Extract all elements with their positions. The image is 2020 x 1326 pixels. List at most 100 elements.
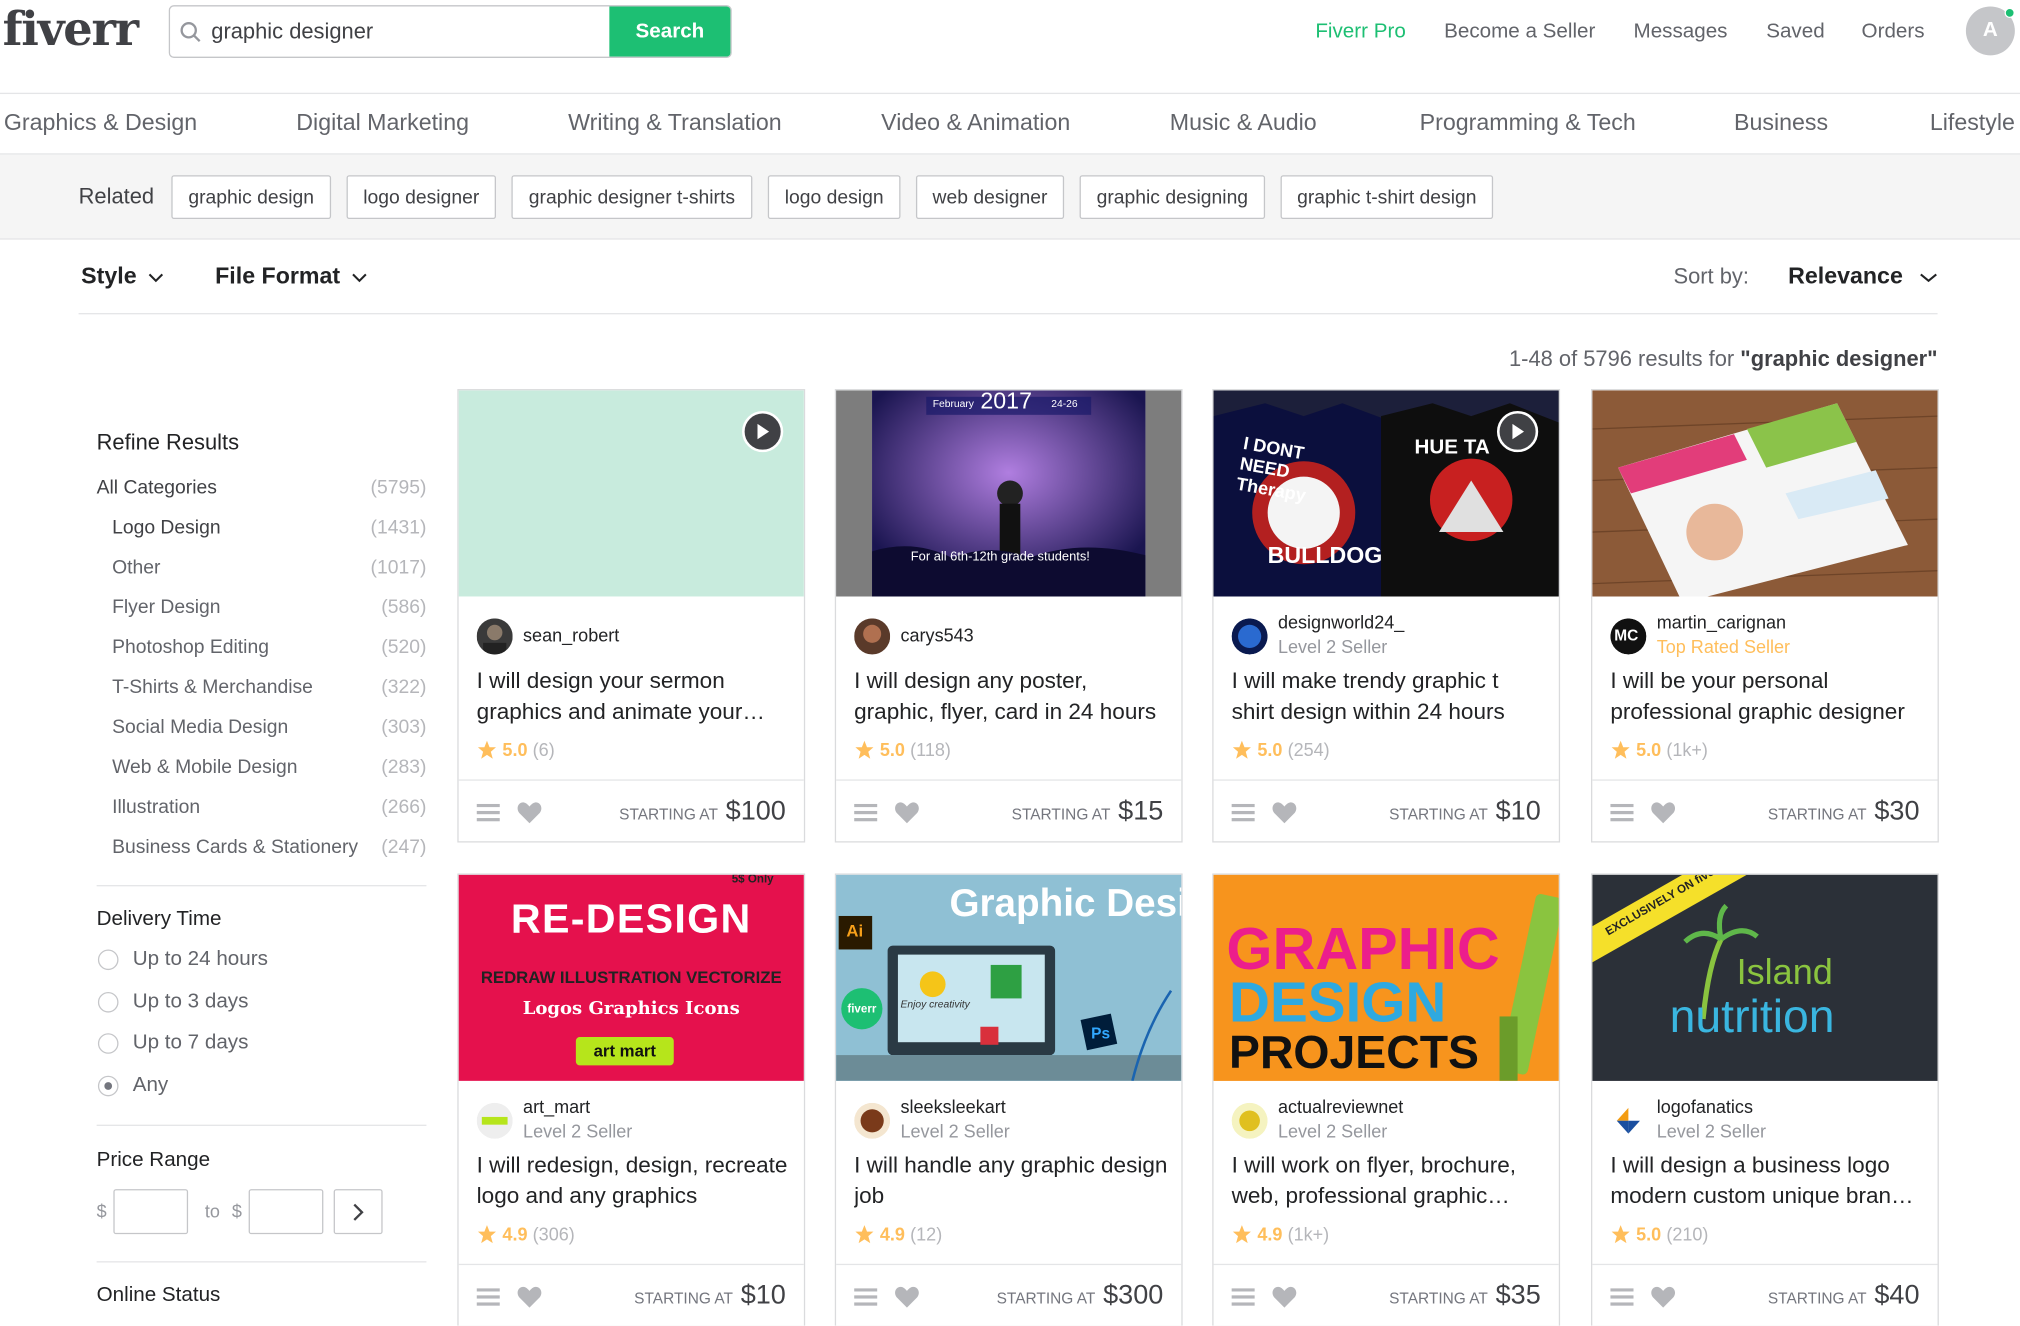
gig-title[interactable]: I will make trendy graphic t shirt desig… bbox=[1232, 666, 1546, 727]
nav-messages[interactable]: Messages bbox=[1634, 21, 1728, 44]
play-icon[interactable] bbox=[742, 410, 784, 453]
price-min-input[interactable] bbox=[113, 1189, 189, 1235]
radio-any[interactable] bbox=[97, 1075, 119, 1097]
seller-avatar[interactable]: MC bbox=[1610, 618, 1647, 655]
heart-icon[interactable] bbox=[1650, 801, 1676, 824]
category-programming-tech[interactable]: Programming & Tech bbox=[1420, 110, 1636, 137]
heart-icon[interactable] bbox=[894, 801, 920, 824]
gig-title[interactable]: I will work on flyer, brochure, web, pro… bbox=[1232, 1150, 1546, 1211]
gig-image[interactable]: GRAPHIC DESIGN PROJECTS bbox=[1213, 874, 1559, 1081]
heart-icon[interactable] bbox=[1272, 1286, 1298, 1309]
sidebar-category-photoshop-editing[interactable]: Photoshop Editing bbox=[112, 636, 269, 658]
gig-card[interactable]: I DONT NEED Therapy BULLDOG HUE TA desig… bbox=[1212, 389, 1561, 843]
sidebar-category-social-media[interactable]: Social Media Design bbox=[112, 716, 288, 738]
related-tag[interactable]: graphic designer t-shirts bbox=[511, 175, 753, 220]
category-writing-translation[interactable]: Writing & Translation bbox=[568, 110, 782, 137]
gig-title[interactable]: I will handle any graphic design job bbox=[854, 1150, 1168, 1211]
search-input[interactable] bbox=[211, 6, 610, 57]
user-avatar[interactable]: A bbox=[1965, 6, 2015, 56]
sidebar-category-other[interactable]: Other bbox=[112, 557, 160, 579]
related-tag[interactable]: graphic designing bbox=[1079, 175, 1266, 220]
category-music-audio[interactable]: Music & Audio bbox=[1170, 110, 1317, 137]
sidebar-category-business-cards[interactable]: Business Cards & Stationery bbox=[112, 836, 358, 858]
seller-name[interactable]: logofanatics bbox=[1657, 1096, 1753, 1117]
nav-orders[interactable]: Orders bbox=[1862, 21, 1925, 44]
heart-icon[interactable] bbox=[517, 801, 543, 824]
sidebar-category-web-mobile[interactable]: Web & Mobile Design bbox=[112, 756, 297, 778]
gig-card[interactable]: February 2017 24-26 For all 6th-12th gra… bbox=[834, 389, 1183, 843]
seller-name[interactable]: sleeksleekart bbox=[901, 1096, 1006, 1117]
menu-icon[interactable] bbox=[854, 803, 878, 822]
category-lifestyle[interactable]: Lifestyle bbox=[1930, 110, 2015, 137]
gig-image[interactable] bbox=[1592, 390, 1938, 597]
gig-card[interactable]: 5$ Only RE-DESIGN REDRAW ILLUSTRATION VE… bbox=[457, 873, 806, 1326]
radio-24-hours[interactable] bbox=[97, 949, 119, 971]
category-video-animation[interactable]: Video & Animation bbox=[881, 110, 1070, 137]
play-icon[interactable] bbox=[1496, 410, 1539, 453]
seller-name[interactable]: sean_robert bbox=[523, 625, 619, 646]
nav-fiverr-pro[interactable]: Fiverr Pro bbox=[1315, 21, 1405, 44]
gig-card[interactable]: MC martin_carignan Top Rated Seller I wi… bbox=[1591, 389, 1939, 843]
gig-card[interactable]: EXCLUSIVELY ON fiverr Island nutrition l… bbox=[1591, 873, 1939, 1326]
seller-avatar[interactable] bbox=[476, 618, 513, 655]
heart-icon[interactable] bbox=[517, 1286, 543, 1309]
sidebar-category-flyer-design[interactable]: Flyer Design bbox=[112, 596, 220, 618]
gig-title[interactable]: I will design your sermon graphics and a… bbox=[477, 666, 791, 727]
seller-name[interactable]: designworld24_ bbox=[1278, 612, 1404, 633]
seller-name[interactable]: martin_carignan bbox=[1657, 612, 1786, 633]
file-format-filter[interactable]: File Format bbox=[215, 263, 367, 290]
nav-become-seller[interactable]: Become a Seller bbox=[1444, 21, 1595, 44]
menu-icon[interactable] bbox=[1610, 1288, 1634, 1306]
starting-price[interactable]: STARTING AT $300 bbox=[997, 1281, 1164, 1312]
related-tag[interactable]: logo designer bbox=[346, 175, 496, 220]
price-apply-button[interactable] bbox=[333, 1189, 383, 1235]
starting-price[interactable]: STARTING AT $10 bbox=[1389, 796, 1541, 827]
gig-image[interactable]: EXCLUSIVELY ON fiverr Island nutrition bbox=[1592, 874, 1938, 1081]
seller-name[interactable]: actualreviewnet bbox=[1278, 1096, 1403, 1117]
starting-price[interactable]: STARTING AT $100 bbox=[619, 796, 786, 827]
sidebar-category-illustration[interactable]: Illustration bbox=[112, 796, 200, 818]
gig-image[interactable]: 5$ Only RE-DESIGN REDRAW ILLUSTRATION VE… bbox=[458, 874, 804, 1081]
heart-icon[interactable] bbox=[894, 1286, 920, 1309]
seller-avatar[interactable] bbox=[1231, 1102, 1268, 1139]
related-tag[interactable]: graphic t-shirt design bbox=[1280, 175, 1494, 220]
starting-price[interactable]: STARTING AT $15 bbox=[1012, 796, 1164, 827]
price-max-input[interactable] bbox=[248, 1189, 324, 1235]
gig-title[interactable]: I will design a business logo modern cus… bbox=[1610, 1150, 1924, 1211]
heart-icon[interactable] bbox=[1272, 801, 1298, 824]
seller-avatar[interactable] bbox=[476, 1102, 513, 1139]
related-tag[interactable]: graphic design bbox=[171, 175, 332, 220]
gig-image[interactable]: February 2017 24-26 For all 6th-12th gra… bbox=[836, 390, 1182, 597]
sort-dropdown[interactable]: Relevance bbox=[1788, 263, 1938, 290]
sidebar-category-logo-design[interactable]: Logo Design bbox=[112, 517, 221, 539]
related-tag[interactable]: logo design bbox=[767, 175, 901, 220]
gig-title[interactable]: I will design any poster, graphic, flyer… bbox=[854, 666, 1168, 727]
heart-icon[interactable] bbox=[1650, 1286, 1676, 1309]
gig-image[interactable]: I DONT NEED Therapy BULLDOG HUE TA bbox=[1213, 390, 1559, 597]
category-business[interactable]: Business bbox=[1734, 110, 1828, 137]
menu-icon[interactable] bbox=[1231, 1288, 1255, 1306]
gig-card[interactable]: GRAPHIC DESIGN PROJECTS actualreviewnet … bbox=[1212, 873, 1561, 1326]
fiverr-logo[interactable]: fiverr bbox=[3, 0, 139, 59]
related-tag[interactable]: web designer bbox=[915, 175, 1065, 220]
category-graphics-design[interactable]: Graphics & Design bbox=[4, 110, 197, 137]
category-digital-marketing[interactable]: Digital Marketing bbox=[296, 110, 469, 137]
search-button[interactable]: Search bbox=[609, 6, 731, 57]
radio-7-days[interactable] bbox=[97, 1033, 119, 1054]
starting-price[interactable]: STARTING AT $10 bbox=[634, 1281, 786, 1312]
menu-icon[interactable] bbox=[476, 803, 500, 822]
gig-title[interactable]: I will redesign, design, recreate logo a… bbox=[477, 1150, 791, 1211]
gig-image[interactable] bbox=[458, 390, 804, 597]
sidebar-category-tshirts[interactable]: T-Shirts & Merchandise bbox=[112, 676, 313, 698]
menu-icon[interactable] bbox=[476, 1288, 500, 1306]
style-filter[interactable]: Style bbox=[81, 263, 164, 290]
menu-icon[interactable] bbox=[1231, 803, 1255, 822]
radio-3-days[interactable] bbox=[97, 991, 119, 1013]
menu-icon[interactable] bbox=[854, 1288, 878, 1306]
menu-icon[interactable] bbox=[1610, 803, 1634, 822]
gig-card[interactable]: Graphic Desig Ai Ps fiverr Enjoy creativ… bbox=[834, 873, 1183, 1326]
gig-image[interactable]: Graphic Desig Ai Ps fiverr Enjoy creativ… bbox=[836, 874, 1182, 1081]
starting-price[interactable]: STARTING AT $35 bbox=[1389, 1281, 1541, 1312]
seller-avatar[interactable] bbox=[854, 1102, 891, 1139]
starting-price[interactable]: STARTING AT $30 bbox=[1768, 796, 1920, 827]
